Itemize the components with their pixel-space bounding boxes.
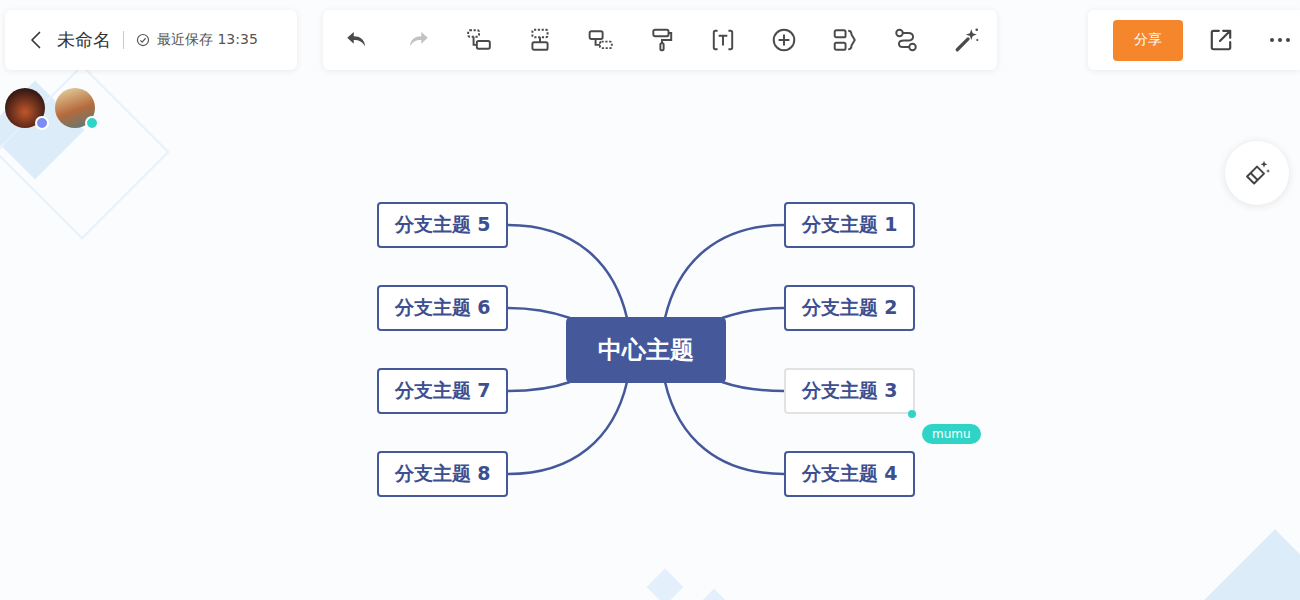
branch-connectors bbox=[0, 0, 1300, 600]
sibling-button[interactable] bbox=[448, 10, 509, 70]
connector-line bbox=[665, 382, 784, 474]
text-icon bbox=[710, 27, 736, 53]
child-button[interactable] bbox=[509, 10, 570, 70]
sibling-icon bbox=[466, 27, 492, 53]
remote-cursor-dot bbox=[908, 410, 916, 418]
format-button[interactable] bbox=[631, 10, 692, 70]
check-circle-icon bbox=[136, 33, 150, 47]
center-topic[interactable]: 中心主题 bbox=[566, 317, 726, 383]
connector-line bbox=[665, 225, 784, 318]
branch-topic[interactable]: 分支主题 1 bbox=[784, 202, 915, 248]
summary-icon bbox=[832, 27, 858, 53]
connector-line bbox=[722, 308, 784, 318]
mindmap-editor: 中心主题 分支主题 1 分支主题 2 分支主题 3 分支主题 4 分支主题 5 分支主题 6… bbox=[0, 0, 1300, 600]
back-arrow-icon[interactable] bbox=[27, 28, 47, 52]
document-card: 未命名 最近保存 13:35 bbox=[5, 10, 297, 70]
connector-line bbox=[508, 225, 627, 318]
connector-line bbox=[508, 382, 570, 391]
parent-icon bbox=[588, 27, 614, 53]
branch-topic[interactable]: 分支主题 3 bbox=[784, 368, 915, 414]
connect-button[interactable] bbox=[875, 10, 936, 70]
summary-button[interactable] bbox=[814, 10, 875, 70]
background-diamond bbox=[703, 589, 726, 600]
undo-icon bbox=[344, 27, 370, 53]
connector-line bbox=[508, 308, 570, 318]
child-icon bbox=[527, 27, 553, 53]
redo-button[interactable] bbox=[387, 10, 448, 70]
parent-button[interactable] bbox=[570, 10, 631, 70]
branch-topic[interactable]: 分支主题 7 bbox=[377, 368, 508, 414]
external-link-icon[interactable] bbox=[1208, 27, 1234, 53]
collaborator-list bbox=[5, 88, 95, 128]
document-title[interactable]: 未命名 bbox=[57, 28, 111, 52]
branch-topic[interactable]: 分支主题 2 bbox=[784, 285, 915, 331]
share-card: 分享 bbox=[1088, 10, 1300, 70]
undo-button[interactable] bbox=[326, 10, 387, 70]
wand-button[interactable] bbox=[936, 10, 997, 70]
insert-icon bbox=[771, 27, 797, 53]
status-dot bbox=[85, 116, 99, 130]
branch-topic[interactable]: 分支主题 5 bbox=[377, 202, 508, 248]
share-button[interactable]: 分享 bbox=[1113, 20, 1183, 61]
redo-icon bbox=[405, 27, 431, 53]
insert-button[interactable] bbox=[753, 10, 814, 70]
divider bbox=[123, 31, 124, 49]
collaborator-avatar[interactable] bbox=[55, 88, 95, 128]
branch-topic[interactable]: 分支主题 6 bbox=[377, 285, 508, 331]
branch-topic[interactable]: 分支主题 4 bbox=[784, 451, 915, 497]
top-bar: 未命名 最近保存 13:35 分享 bbox=[5, 10, 1300, 70]
format-icon bbox=[649, 27, 675, 53]
save-status: 最近保存 13:35 bbox=[157, 31, 258, 49]
toolbar bbox=[323, 10, 997, 70]
remote-cursor-label: mumu bbox=[922, 424, 981, 444]
collaborator-avatar[interactable] bbox=[5, 88, 45, 128]
text-button[interactable] bbox=[692, 10, 753, 70]
more-dots-icon[interactable] bbox=[1268, 28, 1292, 52]
eraser-sparkle-icon bbox=[1243, 159, 1271, 187]
connector-line bbox=[508, 382, 627, 474]
background-diamond bbox=[647, 569, 684, 600]
connect-icon bbox=[893, 27, 919, 53]
ai-style-button[interactable] bbox=[1225, 141, 1289, 205]
branch-topic[interactable]: 分支主题 8 bbox=[377, 451, 508, 497]
wand-icon bbox=[954, 27, 980, 53]
status-dot bbox=[35, 116, 49, 130]
connector-line bbox=[722, 382, 784, 391]
background-diamond bbox=[1204, 529, 1300, 600]
